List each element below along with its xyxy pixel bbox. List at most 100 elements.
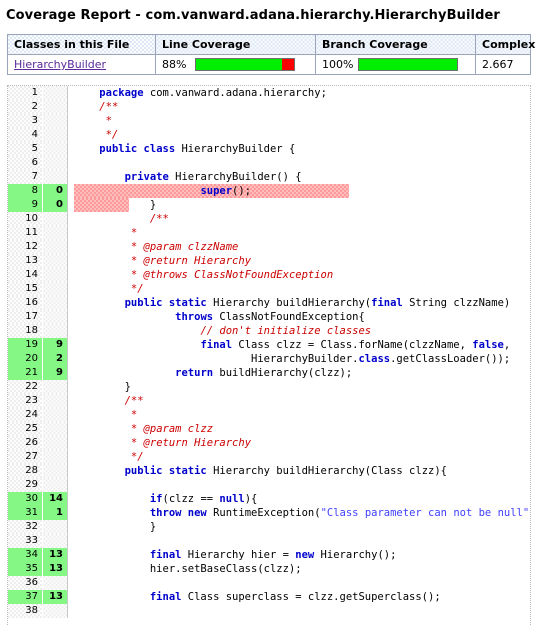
line-source-text: * @param clzz — [67, 422, 530, 436]
line-number: 25 — [8, 422, 43, 436]
line-source-text — [67, 156, 530, 170]
line-number: 20 — [8, 352, 43, 366]
source-line-row: 29 — [8, 478, 530, 492]
source-code-container[interactable]: 1 package com.vanward.adana.hierarchy; 2 … — [7, 85, 531, 625]
line-source-text — [67, 576, 530, 590]
line-hit-count: 0 — [42, 198, 68, 212]
line-source-text: throws ClassNotFoundException{ — [67, 310, 530, 324]
line-hit-count — [42, 226, 68, 240]
line-source-text: */ — [67, 450, 530, 464]
line-number: 1 — [8, 86, 43, 100]
source-line-row: 14 * @throws ClassNotFoundException — [8, 268, 530, 282]
column-header-branch-coverage[interactable]: Branch Coverage — [315, 35, 476, 55]
column-header-complexity[interactable]: Complexity — [475, 35, 536, 55]
source-line-row: 31 1 throw new RuntimeException("Class pa… — [8, 506, 530, 520]
line-source-text: * @return Hierarchy — [67, 254, 530, 268]
source-line-row: 18 // don't initialize classes — [8, 324, 530, 338]
source-line-row: 90 } — [8, 198, 530, 212]
source-line-row: 37 13 final Class superclass = clzz.getSu… — [8, 590, 530, 604]
summary-header-row: Classes in this File Line Coverage Branc… — [8, 35, 536, 55]
line-source-text: if(clzz == null){ — [67, 492, 530, 506]
branch-coverage-bar — [358, 58, 459, 71]
source-line-row: 33 — [8, 534, 530, 548]
line-hit-count: 9 — [42, 338, 68, 352]
line-source-text: hier.setBaseClass(clzz); — [67, 562, 530, 576]
line-source-text: } — [67, 380, 530, 394]
line-source-text: public static Hierarchy buildHierarchy(f… — [67, 296, 530, 310]
branch-coverage-bar-fill — [359, 59, 458, 70]
source-line-row: 24 * — [8, 408, 530, 422]
line-number: 12 — [8, 240, 43, 254]
source-line-row: 4 */ — [8, 128, 530, 142]
line-hit-count — [42, 450, 68, 464]
source-code-body: 1 package com.vanward.adana.hierarchy; 2 … — [8, 86, 530, 618]
source-line-row: 32 } — [8, 520, 530, 534]
line-source-text: final Hierarchy hier = new Hierarchy(); — [67, 548, 530, 562]
source-line-row: 34 13 final Hierarchy hier = new Hierarch… — [8, 548, 530, 562]
line-number: 37 — [8, 590, 43, 604]
line-number: 31 — [8, 506, 43, 520]
line-number: 8 — [8, 184, 43, 198]
source-line-row: 22 } — [8, 380, 530, 394]
line-hit-count — [42, 422, 68, 436]
line-source-text: /** — [67, 394, 530, 408]
line-hit-count — [42, 282, 68, 296]
line-number: 38 — [8, 604, 43, 618]
source-line-row: 7 private HierarchyBuilder() { — [8, 170, 530, 184]
line-source-text: */ — [67, 282, 530, 296]
line-hit-count — [42, 254, 68, 268]
line-hit-count: 13 — [42, 590, 68, 604]
branch-coverage-meter: 100% — [322, 58, 470, 71]
line-hit-count: 2 — [42, 352, 68, 366]
line-source-text — [67, 478, 530, 492]
line-hit-count — [42, 534, 68, 548]
line-coverage-meter: 88% — [162, 58, 310, 71]
line-number: 7 — [8, 170, 43, 184]
table-row: HierarchyBuilder 88% 100% 2.667 — [8, 54, 530, 74]
line-number: 2 — [8, 100, 43, 114]
line-number: 17 — [8, 310, 43, 324]
source-line-row: 19 9 final Class clzz = Class.forName(clz… — [8, 338, 530, 352]
source-line-row: 15 */ — [8, 282, 530, 296]
line-number: 23 — [8, 394, 43, 408]
class-link-hierarchybuilder[interactable]: HierarchyBuilder — [14, 58, 106, 71]
line-number: 34 — [8, 548, 43, 562]
line-hit-count — [42, 394, 68, 408]
source-line-row: 3 * — [8, 114, 530, 128]
column-header-line-coverage[interactable]: Line Coverage — [155, 35, 316, 55]
line-hit-count: 13 — [42, 548, 68, 562]
line-hit-count — [42, 156, 68, 170]
line-number: 36 — [8, 576, 43, 590]
line-source-text: final Class clzz = Class.forName(clzzNam… — [67, 338, 530, 352]
line-hit-count — [42, 142, 68, 156]
source-line-row: 21 9 return buildHierarchy(clzz); — [8, 366, 530, 380]
source-line-row: 5 public class HierarchyBuilder { — [8, 142, 530, 156]
source-line-row: 13 * @return Hierarchy — [8, 254, 530, 268]
line-source-text: * — [67, 226, 530, 240]
source-line-row: 30 14 if(clzz == null){ — [8, 492, 530, 506]
line-number: 10 — [8, 212, 43, 226]
line-hit-count — [42, 478, 68, 492]
line-number: 16 — [8, 296, 43, 310]
source-line-row: 6 — [8, 156, 530, 170]
source-line-row: 36 — [8, 576, 530, 590]
summary-table: Classes in this File Line Coverage Branc… — [8, 35, 536, 74]
source-line-row: 16 public static Hierarchy buildHierarch… — [8, 296, 530, 310]
line-hit-count — [42, 520, 68, 534]
line-hit-count — [42, 576, 68, 590]
line-number: 3 — [8, 114, 43, 128]
line-source-text: */ — [67, 128, 530, 142]
line-number: 4 — [8, 128, 43, 142]
column-header-classes[interactable]: Classes in this File — [8, 35, 156, 55]
line-hit-count — [42, 114, 68, 128]
coverage-report-page: Coverage Report - com.vanward.adana.hier… — [0, 0, 536, 625]
line-number: 32 — [8, 520, 43, 534]
line-hit-count — [42, 170, 68, 184]
line-source-text: /** — [67, 100, 530, 114]
line-source-text: return buildHierarchy(clzz); — [67, 366, 530, 380]
line-hit-count: 14 — [42, 492, 68, 506]
line-number: 19 — [8, 338, 43, 352]
cell-class-name: HierarchyBuilder — [8, 54, 156, 74]
line-hit-count — [42, 310, 68, 324]
source-line-row: 17 throws ClassNotFoundException{ — [8, 310, 530, 324]
